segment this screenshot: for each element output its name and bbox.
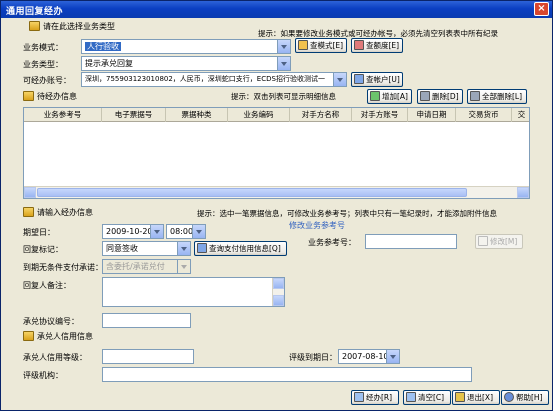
help-button[interactable]: 帮助[H]: [501, 390, 549, 405]
submit-button[interactable]: 经办[R]: [351, 390, 399, 405]
remark-label: 回复人备注：: [23, 281, 71, 290]
chevron-down-icon: [150, 225, 163, 238]
column-header[interactable]: 对手方账号: [352, 108, 408, 122]
folder-icon: [23, 91, 34, 101]
section-pending: 待经办信息: [23, 91, 77, 102]
column-header[interactable]: 电子票据号: [102, 108, 166, 122]
help-icon: [504, 392, 514, 402]
column-header[interactable]: 交易货币: [456, 108, 512, 122]
column-header[interactable]: 交: [512, 108, 529, 122]
scroll-right-icon[interactable]: [517, 187, 529, 198]
column-header[interactable]: 业务编码: [228, 108, 290, 122]
chevron-down-icon: [277, 40, 290, 53]
table-header: 业务参考号 电子票据号 票据种类 业务编码 对手方名称 对手方账号 申请日期 交…: [24, 108, 529, 122]
title-bar: 通用回复经办 ×: [1, 1, 552, 18]
search-icon: [197, 243, 207, 253]
chevron-down-icon: [277, 57, 290, 70]
check-icon: [354, 392, 364, 402]
spinner-icon: [192, 225, 205, 238]
delete-button[interactable]: 删除[D]: [417, 89, 463, 104]
main-window: 通用回复经办 × 请在此选择业务类型 提示：如果要修改业务模式或可经办帐号，必须…: [0, 0, 553, 411]
view-limit-button[interactable]: 查额度[E]: [351, 38, 403, 53]
exit-button[interactable]: 退出[X]: [452, 390, 500, 405]
unconditional-pay-select: 含委托/承诺兑付: [102, 259, 191, 274]
hint-input: 提示：选中一笔票据信息，可修改业务参考号；列表中只有一笔纪录时，才能添加附件信息: [197, 209, 497, 218]
business-category-select[interactable]: 提示承兑回复: [81, 56, 291, 71]
chevron-down-icon: [177, 242, 190, 255]
chart-icon: [354, 40, 364, 50]
modify-ref-group-title: 修改业务参考号: [289, 221, 345, 230]
rating-expiry-picker[interactable]: 2007-08-10: [338, 349, 400, 364]
edit-icon: [23, 207, 34, 217]
account-select[interactable]: 深圳，755903123010802，人民币，深圳蛇口支行，ECDS招行验收测试…: [81, 72, 347, 87]
add-icon: [370, 91, 380, 101]
folder-icon: [29, 21, 40, 31]
eraser-icon: [406, 392, 416, 402]
section-business-type: 请在此选择业务类型: [29, 21, 115, 32]
vertical-scrollbar[interactable]: [272, 278, 284, 306]
chevron-down-icon: [333, 73, 346, 86]
hint-list: 提示：双击列表可显示明细信息: [231, 92, 336, 101]
delete-all-icon: [470, 91, 480, 101]
exit-icon: [455, 392, 465, 402]
expected-date-label: 期望日：: [23, 228, 55, 237]
account-label: 可经办账号：: [23, 76, 71, 85]
agreement-no-input[interactable]: [102, 313, 191, 328]
credit-grade-label: 承兑人信用等级：: [23, 353, 87, 362]
pending-table[interactable]: 业务参考号 电子票据号 票据种类 业务编码 对手方名称 对手方账号 申请日期 交…: [23, 107, 530, 199]
column-header[interactable]: 票据种类: [166, 108, 228, 122]
delete-icon: [420, 91, 430, 101]
reply-flag-label: 回复标记：: [23, 245, 63, 254]
clear-button[interactable]: 清空[C]: [403, 390, 451, 405]
modify-ref-input[interactable]: [365, 234, 457, 249]
credit-grade-input[interactable]: [102, 349, 194, 364]
window-title: 通用回复经办: [6, 7, 64, 17]
user-icon: [354, 74, 364, 84]
column-header[interactable]: 对手方名称: [290, 108, 352, 122]
add-button[interactable]: 增加[A]: [367, 89, 412, 104]
modify-button[interactable]: 修改[M]: [475, 234, 523, 249]
user-icon: [23, 331, 34, 341]
expected-date-picker[interactable]: 2009-10-20: [102, 224, 164, 239]
rating-agency-input[interactable]: [102, 367, 472, 382]
close-button[interactable]: ×: [534, 2, 549, 16]
pencil-icon: [478, 236, 488, 246]
chevron-down-icon: [386, 350, 399, 363]
business-category-label: 业务类型：: [23, 60, 63, 69]
view-account-button[interactable]: 查帐户[U]: [351, 72, 403, 87]
agreement-no-label: 承兑协议编号：: [23, 317, 79, 326]
scroll-left-icon[interactable]: [24, 187, 36, 198]
search-icon: [298, 40, 308, 50]
view-mode-button[interactable]: 查模式[E]: [295, 38, 347, 53]
rating-expiry-label: 评级到期日：: [289, 353, 337, 362]
chevron-down-icon: [177, 260, 190, 273]
reply-flag-select[interactable]: 同意签收: [102, 241, 191, 256]
view-credit-button[interactable]: 查询支付信用信息[Q]: [194, 241, 287, 256]
business-mode-label: 业务模式：: [23, 43, 63, 52]
column-header[interactable]: 业务参考号: [24, 108, 102, 122]
column-header[interactable]: 申请日期: [408, 108, 456, 122]
delete-all-button[interactable]: 全部删除[L]: [467, 89, 527, 104]
remark-textarea[interactable]: [102, 277, 285, 307]
rating-agency-label: 评级机构：: [23, 371, 63, 380]
expected-time-field[interactable]: 08:00: [166, 224, 206, 239]
horizontal-scrollbar[interactable]: [24, 186, 529, 198]
unconditional-pay-label: 到期无条件支付承诺：: [23, 263, 103, 272]
section-credit: 承兑人信用信息: [23, 331, 93, 342]
scroll-thumb[interactable]: [37, 188, 467, 197]
modify-ref-label: 业务参考号：: [308, 238, 356, 247]
section-input: 请输入经办信息: [23, 207, 93, 218]
business-mode-select[interactable]: 人行验收: [81, 39, 291, 54]
